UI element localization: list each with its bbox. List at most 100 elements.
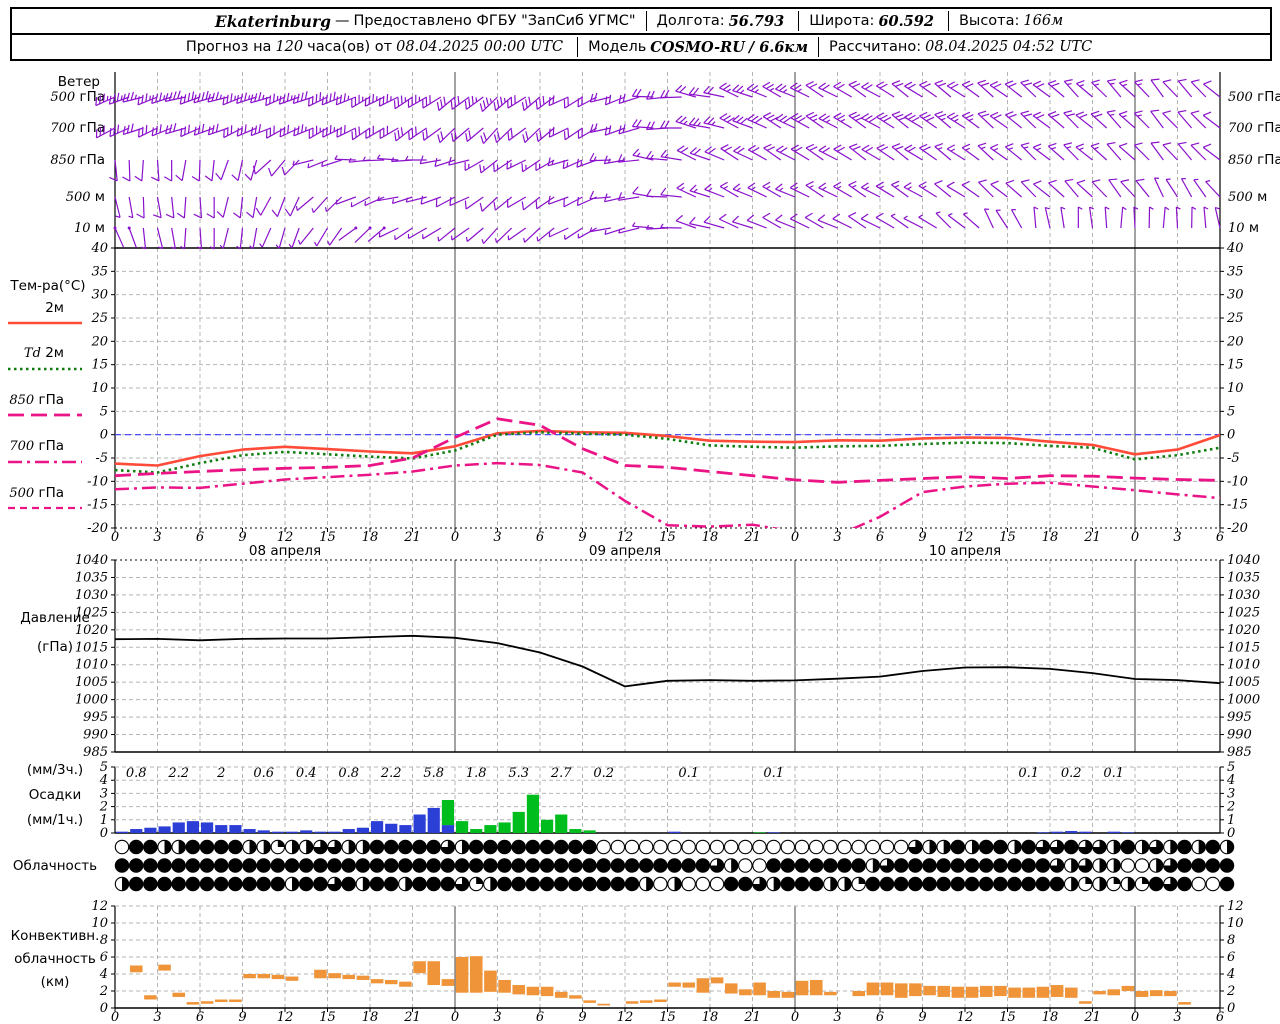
svg-text:3: 3 [493,530,501,545]
svg-text:10 апреля: 10 апреля [929,543,1001,559]
svg-text:Осадки: Осадки [29,787,82,803]
cloudiness-panel: Облачность [13,839,1235,892]
svg-text:08 апреля: 08 апреля [249,543,321,559]
header-separator [645,11,647,31]
header-dash: — [334,13,350,29]
svg-text:1025: 1025 [1227,605,1260,620]
svg-text:6: 6 [1227,950,1235,965]
svg-text:12: 12 [617,1010,634,1024]
svg-text:15: 15 [659,530,676,545]
svg-text:1040: 1040 [1227,553,1260,568]
svg-text:облачность: облачность [14,951,96,967]
svg-text:Конвективн.: Конвективн. [11,928,100,944]
svg-text:500 м: 500 м [66,189,105,205]
svg-text:1030: 1030 [1227,588,1260,603]
svg-text:700 гПа: 700 гПа [1228,120,1280,136]
svg-text:21: 21 [403,530,421,545]
axis-ticks: -20 -20-15 -15-10 -10-5 -50 05 510 1015 1520 2025… [75,241,1260,1016]
svg-text:-20: -20 [1227,521,1248,536]
svg-text:2: 2 [1226,800,1235,815]
wind-row-700гПа: 700 гПа 700 гПа [50,109,1280,145]
svg-text:3: 3 [833,530,841,545]
svg-text:500 гПа: 500 гПа [1228,89,1280,105]
svg-text:18: 18 [702,1010,719,1024]
svg-text:0: 0 [100,826,108,841]
svg-text:40: 40 [90,241,108,256]
svg-text:0.2: 0.2 [1061,766,1082,781]
svg-text:990: 990 [83,728,108,743]
svg-text:21: 21 [743,530,761,545]
svg-text:10: 10 [1227,916,1244,931]
svg-text:(гПа): (гПа) [37,639,73,655]
svg-text:0.6: 0.6 [253,766,274,781]
svg-text:2: 2 [99,800,108,815]
svg-text:18: 18 [362,530,379,545]
forecast-label: Прогноз на [185,39,272,55]
svg-text:0.8: 0.8 [338,766,359,781]
svg-text:18: 18 [702,530,719,545]
svg-text:1030: 1030 [75,588,108,603]
svg-text:5: 5 [100,760,108,775]
altitude-label: Высота: [958,13,1020,29]
meteogram-chart: -20 -20-15 -15-10 -10-5 -50 05 510 1015 1520 2025… [8,72,1280,1024]
svg-text:Облачность: Облачность [13,858,97,874]
svg-text:3: 3 [100,786,108,801]
svg-text:2: 2 [99,984,108,999]
svg-text:15: 15 [91,358,108,373]
svg-text:500 гПа: 500 гПа [50,89,105,105]
svg-text:10 м: 10 м [74,220,105,236]
svg-text:21: 21 [743,1010,761,1024]
svg-text:20: 20 [90,334,108,349]
station-name: Ekaterinburg [214,11,331,31]
wind-panel: Ветер500 гПа 500 гПа700 гПа 700 гПа850 гПа… [50,74,1280,250]
svg-text:0: 0 [451,1010,459,1024]
svg-text:0.1: 0.1 [1018,766,1039,781]
svg-text:9: 9 [578,530,586,545]
svg-text:1015: 1015 [75,640,108,655]
svg-text:6: 6 [196,1010,204,1024]
svg-text:0: 0 [791,1010,799,1024]
forecast-start-time: 08.04.2025 00:00 UTC [396,39,564,55]
svg-text:0: 0 [1227,826,1235,841]
svg-text:3: 3 [153,1010,161,1024]
svg-text:2.7: 2.7 [550,766,572,781]
wind-row-850гПа: 850 гПа 850 гПа [50,141,1280,182]
svg-text:985: 985 [1227,745,1252,760]
svg-text:Давление: Давление [20,610,90,626]
calc-time: 08.04.2025 04:52 UTC [925,39,1093,55]
svg-text:850 гПа: 850 гПа [1228,152,1280,168]
svg-text:0: 0 [791,530,799,545]
svg-text:850 гПа: 850 гПа [50,152,105,168]
svg-text:0: 0 [111,1010,119,1024]
svg-text:-15: -15 [1227,498,1248,513]
svg-text:20: 20 [1226,334,1244,349]
header-separator [818,37,820,57]
svg-text:3: 3 [153,530,161,545]
svg-text:850 гПа: 850 гПа [9,392,64,408]
svg-text:9: 9 [238,1010,246,1024]
svg-text:500 гПа: 500 гПа [9,485,64,501]
latitude-value: 60.592 [878,12,934,30]
svg-text:30: 30 [91,288,108,303]
svg-text:4: 4 [1226,773,1235,788]
svg-text:40: 40 [1226,241,1244,256]
svg-text:0.2: 0.2 [593,766,614,781]
forecast-label-2: часа(ов) от [307,39,393,55]
calc-label: Рассчитано: [829,39,922,55]
svg-text:15: 15 [999,530,1016,545]
svg-text:15: 15 [319,530,336,545]
svg-text:5: 5 [1227,404,1235,419]
svg-text:12: 12 [277,1010,294,1024]
svg-text:-20: -20 [87,521,108,536]
svg-text:8: 8 [100,933,108,948]
svg-text:2.2: 2.2 [167,766,189,781]
svg-text:-15: -15 [87,498,108,513]
svg-text:1.8: 1.8 [466,766,487,781]
svg-text:9: 9 [238,530,246,545]
svg-text:15: 15 [319,1010,336,1024]
svg-text:5: 5 [100,404,108,419]
svg-text:500 м: 500 м [1228,189,1267,205]
svg-text:1015: 1015 [1227,640,1260,655]
svg-text:9: 9 [918,530,926,545]
wind-row-500гПа: 500 гПа 500 гПа [50,78,1280,113]
